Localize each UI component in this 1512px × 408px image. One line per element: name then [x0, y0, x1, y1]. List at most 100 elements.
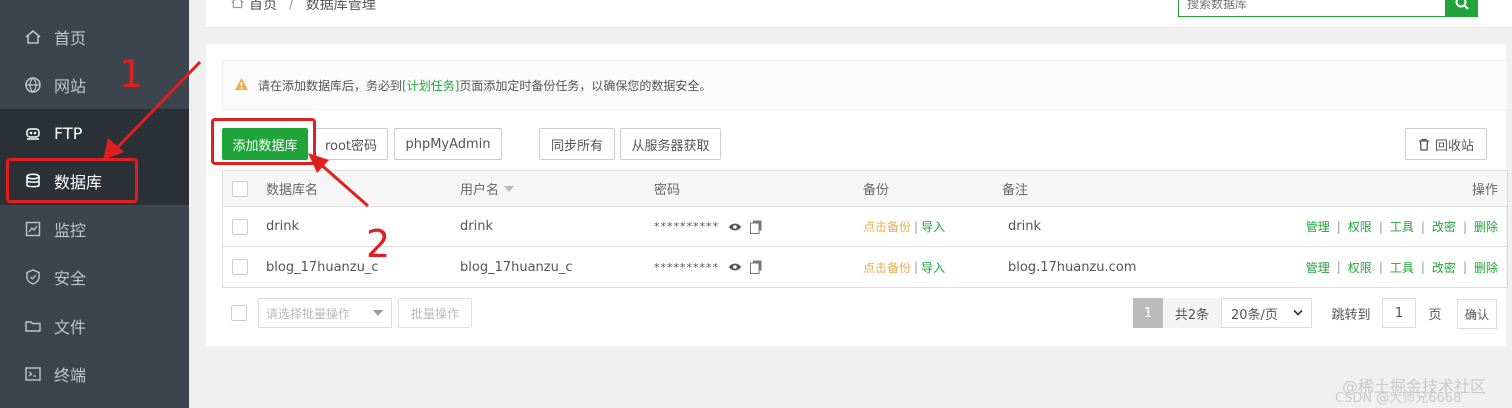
manage-link[interactable]: 管理: [1306, 218, 1330, 235]
recycle-bin-button[interactable]: 回收站: [1405, 128, 1487, 160]
row-checkbox[interactable]: [232, 259, 248, 275]
sidebar-item-ftp[interactable]: FTP: [0, 109, 189, 157]
tools-link[interactable]: 工具: [1390, 218, 1414, 235]
eye-icon[interactable]: [728, 262, 742, 272]
database-panel: 请在添加数据库后，务必到 [计划任务] 页面添加定时备份任务，以确保您的数据安全…: [206, 44, 1508, 346]
sidebar-item-label: 文件: [54, 318, 87, 337]
confirm-jump-button[interactable]: 确认: [1457, 299, 1497, 329]
backup-link[interactable]: 点击备份: [863, 259, 911, 276]
sort-down-icon: [504, 185, 515, 192]
chevron-down-icon: [1293, 309, 1303, 317]
tools-link[interactable]: 工具: [1390, 259, 1414, 276]
db-password: **********: [654, 260, 719, 274]
sidebar-item-monitor[interactable]: 监控: [0, 205, 189, 253]
sidebar-item-label: 监控: [54, 221, 87, 240]
caret-down-icon: [373, 310, 383, 316]
separator: |: [1420, 260, 1425, 274]
alert-text-after: 页面添加定时备份任务，以确保您的数据安全。: [459, 78, 712, 93]
eye-icon[interactable]: [728, 222, 742, 232]
header-note: 备注: [1002, 183, 1029, 198]
sidebar-item-label: 安全: [54, 269, 87, 288]
permission-link[interactable]: 权限: [1348, 259, 1372, 276]
alert-text-before: 请在添加数据库后，务必到: [258, 78, 403, 93]
sidebar-item-label: 终端: [54, 366, 87, 385]
ftp-icon: [24, 124, 42, 142]
cron-task-link[interactable]: [计划任务]: [402, 77, 459, 94]
batch-operation-select[interactable]: 请选择批量操作: [258, 298, 392, 328]
breadcrumb-separator: /: [289, 0, 294, 12]
sidebar-item-files[interactable]: 文件: [0, 302, 189, 350]
header-username[interactable]: 用户名: [460, 171, 515, 206]
separator: |: [1420, 219, 1425, 234]
table-footer: 请选择批量操作 批量操作 1 共2条 20条/页 跳转到 页 确认: [222, 298, 1508, 329]
delete-link[interactable]: 删除: [1474, 259, 1498, 276]
select-all-checkbox[interactable]: [232, 180, 248, 197]
annotation-number-1: 1: [119, 52, 144, 96]
breadcrumb-home[interactable]: 首页: [249, 0, 277, 14]
footer-select-all-checkbox[interactable]: [231, 305, 247, 321]
header-backup: 备份: [863, 183, 890, 198]
table-row: drink drink ********** 点击备份 | 导入 drink 管…: [223, 207, 1507, 247]
separator: |: [914, 219, 919, 234]
search-input[interactable]: [1178, 0, 1446, 17]
copy-icon[interactable]: [750, 220, 762, 234]
manage-link[interactable]: 管理: [1306, 259, 1330, 276]
db-name: blog_17huanzu_c: [266, 259, 379, 275]
row-operations: 管理 | 权限 | 工具 | 改密 | 删除: [1306, 207, 1498, 246]
sidebar-item-label: FTP: [54, 123, 83, 143]
change-password-link[interactable]: 改密: [1432, 218, 1456, 235]
import-link[interactable]: 导入: [921, 259, 945, 276]
header-operations: 操作: [1471, 183, 1498, 198]
change-password-link[interactable]: 改密: [1432, 259, 1456, 276]
header-password: 密码: [654, 183, 681, 198]
batch-operation-button[interactable]: 批量操作: [398, 298, 472, 328]
globe-icon: [24, 76, 42, 94]
db-note[interactable]: blog.17huanzu.com: [1008, 247, 1136, 287]
search-icon: [1454, 0, 1470, 15]
phpmyadmin-button[interactable]: phpMyAdmin: [394, 128, 502, 160]
import-link[interactable]: 导入: [921, 218, 945, 235]
jump-page-input[interactable]: [1382, 298, 1416, 328]
backup-link[interactable]: 点击备份: [863, 218, 911, 235]
sync-all-button[interactable]: 同步所有: [539, 128, 615, 160]
sidebar-item-home[interactable]: 首页: [0, 13, 189, 61]
breadcrumb: 首页 / 数据库管理: [230, 0, 376, 14]
batch-operation-placeholder: 请选择批量操作: [266, 306, 351, 321]
delete-link[interactable]: 删除: [1474, 218, 1498, 235]
separator: |: [1462, 260, 1467, 274]
separator: |: [1378, 260, 1383, 274]
separator: |: [1462, 219, 1467, 234]
header-username-label: 用户名: [460, 183, 500, 198]
root-password-button[interactable]: root密码: [314, 128, 388, 160]
warning-icon: [234, 77, 249, 94]
monitor-icon: [24, 220, 42, 238]
page-1-button[interactable]: 1: [1133, 298, 1163, 328]
db-user: drink: [460, 219, 493, 234]
separator: |: [1378, 219, 1383, 234]
search-button[interactable]: [1446, 0, 1478, 17]
fetch-from-server-button[interactable]: 从服务器获取: [620, 128, 721, 160]
sidebar-item-terminal[interactable]: 终端: [0, 350, 189, 398]
header-db-name[interactable]: 数据库名: [266, 171, 318, 206]
search-box: [1178, 0, 1478, 17]
permission-link[interactable]: 权限: [1348, 218, 1372, 235]
db-name: drink: [266, 219, 299, 234]
home-icon: [230, 0, 245, 14]
row-checkbox[interactable]: [232, 218, 248, 235]
shield-icon: [24, 268, 42, 286]
breadcrumb-current: 数据库管理: [305, 0, 376, 13]
page-size-value: 20条/页: [1231, 307, 1278, 323]
sidebar-item-website[interactable]: 网站: [0, 61, 189, 109]
home-icon: [24, 28, 42, 46]
db-user: blog_17huanzu_c: [460, 259, 573, 275]
table-row: blog_17huanzu_c blog_17huanzu_c ********…: [223, 247, 1507, 287]
db-note[interactable]: drink: [1008, 207, 1041, 246]
terminal-icon: [24, 365, 42, 383]
sidebar-item-security[interactable]: 安全: [0, 253, 189, 301]
page-size-select[interactable]: 20条/页: [1221, 298, 1312, 328]
separator: |: [1336, 219, 1341, 234]
copy-icon[interactable]: [750, 260, 762, 274]
backup-alert: 请在添加数据库后，务必到 [计划任务] 页面添加定时备份任务，以确保您的数据安全…: [222, 60, 1508, 110]
folder-icon: [24, 317, 42, 335]
total-count: 共2条: [1163, 298, 1221, 328]
